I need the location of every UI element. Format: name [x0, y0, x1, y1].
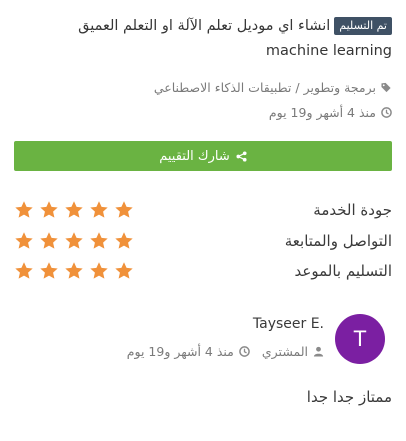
reviewer-meta: المشتري منذ 4 أشهر و19 يوم: [127, 342, 324, 360]
star-rating: [14, 231, 139, 251]
category-row: برمجة وتطوير / تطبيقات الذكاء الاصطناعي: [14, 78, 392, 96]
star-icon: [39, 231, 59, 251]
star-icon: [114, 261, 134, 281]
star-icon: [89, 200, 109, 220]
star-rating: [14, 261, 139, 281]
star-icon: [64, 200, 84, 220]
rating-row-service-quality: جودة الخدمة: [14, 199, 392, 221]
clock-icon: [239, 345, 250, 357]
user-icon: [313, 346, 324, 357]
star-icon: [89, 261, 109, 281]
rating-row-on-time-delivery: التسليم بالموعد: [14, 260, 392, 282]
clock-icon: [381, 106, 392, 118]
order-time: منذ 4 أشهر و19 يوم: [268, 104, 376, 120]
tags-icon: [381, 82, 392, 93]
reviewer-name[interactable]: Tayseer E.: [253, 316, 324, 332]
review-card: تم التسليمانشاء اي موديل تعلم الآلة او ا…: [0, 0, 406, 441]
star-icon: [114, 231, 134, 251]
share-icon: [236, 150, 247, 162]
star-icon: [64, 261, 84, 281]
star-icon: [14, 200, 34, 220]
star-icon: [64, 231, 84, 251]
reviewer-role: المشتري: [261, 343, 308, 359]
star-rating: [14, 200, 139, 220]
star-icon: [14, 261, 34, 281]
rating-row-communication: التواصل والمتابعة: [14, 230, 392, 252]
category-separator: /: [295, 79, 300, 95]
order-title-block: تم التسليمانشاء اي موديل تعلم الآلة او ا…: [14, 14, 392, 64]
rating-label: التواصل والمتابعة: [284, 232, 392, 250]
rating-label: التسليم بالموعد: [294, 262, 392, 280]
star-icon: [14, 231, 34, 251]
star-icon: [39, 200, 59, 220]
review-comment: ممتاز جدا جدا: [306, 388, 392, 406]
category-child-link[interactable]: تطبيقات الذكاء الاصطناعي: [154, 80, 292, 95]
share-button-label: شارك التقييم: [159, 148, 230, 164]
star-icon: [114, 200, 134, 220]
category-parent-link[interactable]: برمجة وتطوير: [304, 80, 376, 95]
order-time-row: منذ 4 أشهر و19 يوم: [14, 103, 392, 121]
status-badge: تم التسليم: [334, 17, 392, 35]
share-rating-button[interactable]: شارك التقييم: [14, 141, 392, 171]
rating-label: جودة الخدمة: [313, 201, 392, 219]
review-time: منذ 4 أشهر و19 يوم: [126, 343, 234, 359]
star-icon: [39, 261, 59, 281]
star-icon: [89, 231, 109, 251]
avatar[interactable]: T: [335, 314, 385, 364]
